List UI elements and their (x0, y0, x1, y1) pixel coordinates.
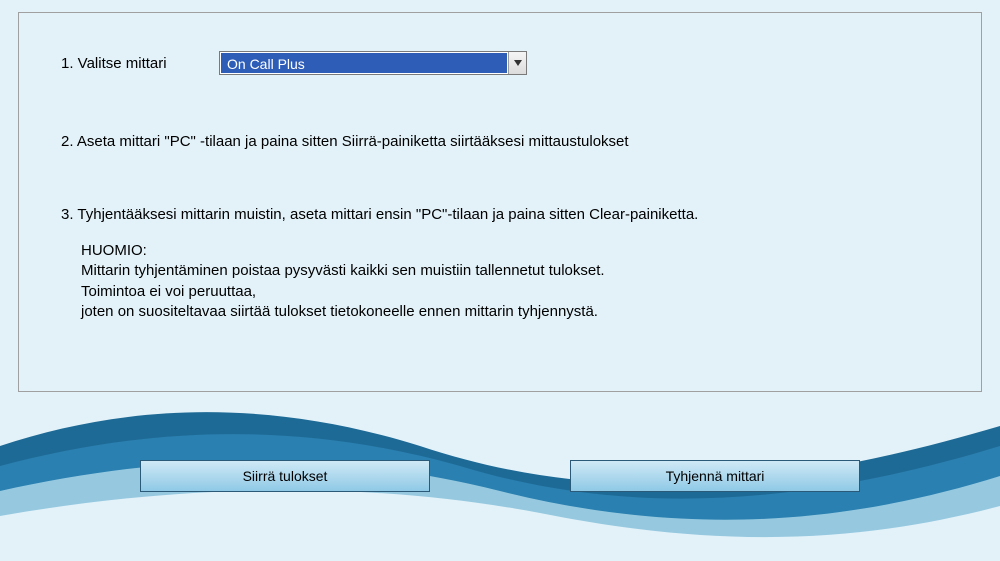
meter-select[interactable]: On Call Plus (219, 51, 527, 75)
instructions-panel: 1. Valitse mittari On Call Plus 2. Aseta… (18, 12, 982, 392)
note-line: joten on suositeltavaa siirtää tulokset … (81, 302, 939, 322)
warning-note: HUOMIO: Mittarin tyhjentäminen poistaa p… (81, 241, 939, 322)
note-line: Toimintoa ei voi peruuttaa, (81, 282, 939, 302)
action-buttons: Siirrä tulokset Tyhjennä mittari (0, 460, 1000, 492)
transfer-button[interactable]: Siirrä tulokset (140, 460, 430, 492)
step-2-text: 2. Aseta mittari "PC" -tilaan ja paina s… (61, 133, 939, 150)
note-heading: HUOMIO: (81, 241, 939, 261)
step-1-label: 1. Valitse mittari (61, 55, 219, 72)
meter-select-value: On Call Plus (221, 53, 507, 73)
step-1-row: 1. Valitse mittari On Call Plus (61, 51, 939, 75)
chevron-down-icon (514, 60, 522, 66)
note-line: Mittarin tyhjentäminen poistaa pysyvästi… (81, 261, 939, 281)
dropdown-button[interactable] (508, 52, 526, 74)
clear-button[interactable]: Tyhjennä mittari (570, 460, 860, 492)
step-3-text: 3. Tyhjentääksesi mittarin muistin, aset… (61, 206, 939, 223)
